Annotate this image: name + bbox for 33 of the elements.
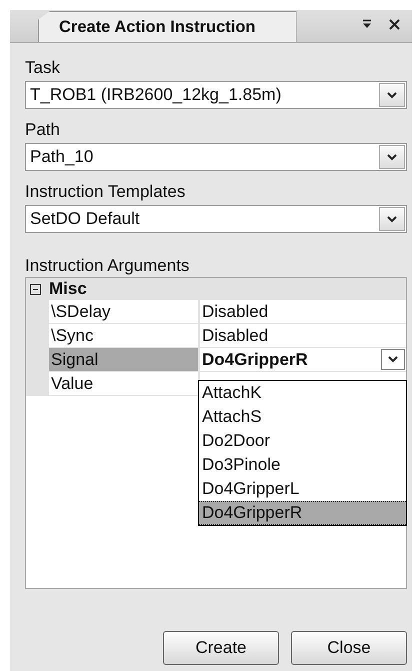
chevron-down-icon (387, 216, 397, 222)
section-label: Instruction Arguments (25, 255, 190, 277)
category-label: Misc (49, 279, 87, 299)
pin-menu-icon[interactable] (362, 19, 372, 29)
chevron-down-icon (387, 92, 397, 98)
field-label: Path (25, 119, 61, 141)
dropdown-option[interactable]: Do2Door (199, 429, 406, 453)
panel-tab[interactable]: Create Action Instruction (38, 11, 296, 42)
field-label: Instruction Templates (25, 181, 186, 203)
dropdown-option[interactable]: Do4GripperL (199, 477, 406, 501)
dialog-button[interactable]: Close (291, 631, 407, 665)
dropdown-field[interactable]: T_ROB1 (IRB2600_12kg_1.85m) (25, 81, 407, 109)
property-name[interactable]: \SDelay (49, 300, 200, 323)
collapse-icon[interactable] (30, 284, 41, 294)
chevron-down-icon (388, 356, 398, 363)
dropdown-option[interactable]: Do3Pinole (199, 453, 406, 477)
property-value: Disabled (202, 302, 268, 322)
dropdown-button[interactable] (381, 349, 405, 370)
dropdown-field[interactable]: SetDO Default (25, 205, 407, 233)
dropdown-field[interactable]: Path_10 (25, 143, 407, 171)
property-value: Do4GripperR (202, 350, 309, 370)
dropdown-option[interactable]: AttachS (199, 405, 406, 429)
property-name[interactable]: Signal (49, 348, 200, 371)
dropdown-button[interactable] (379, 207, 405, 231)
close-icon[interactable] (389, 19, 400, 30)
field-label: Task (25, 57, 61, 79)
dropdown-option[interactable]: AttachK (199, 381, 406, 405)
chevron-down-icon (387, 154, 397, 160)
dropdown-button[interactable] (379, 83, 405, 107)
dialog-button[interactable]: Create (163, 631, 279, 665)
dropdown-option[interactable]: Do4GripperR (199, 501, 406, 525)
property-value: Disabled (202, 326, 268, 346)
dropdown-button[interactable] (379, 145, 405, 169)
